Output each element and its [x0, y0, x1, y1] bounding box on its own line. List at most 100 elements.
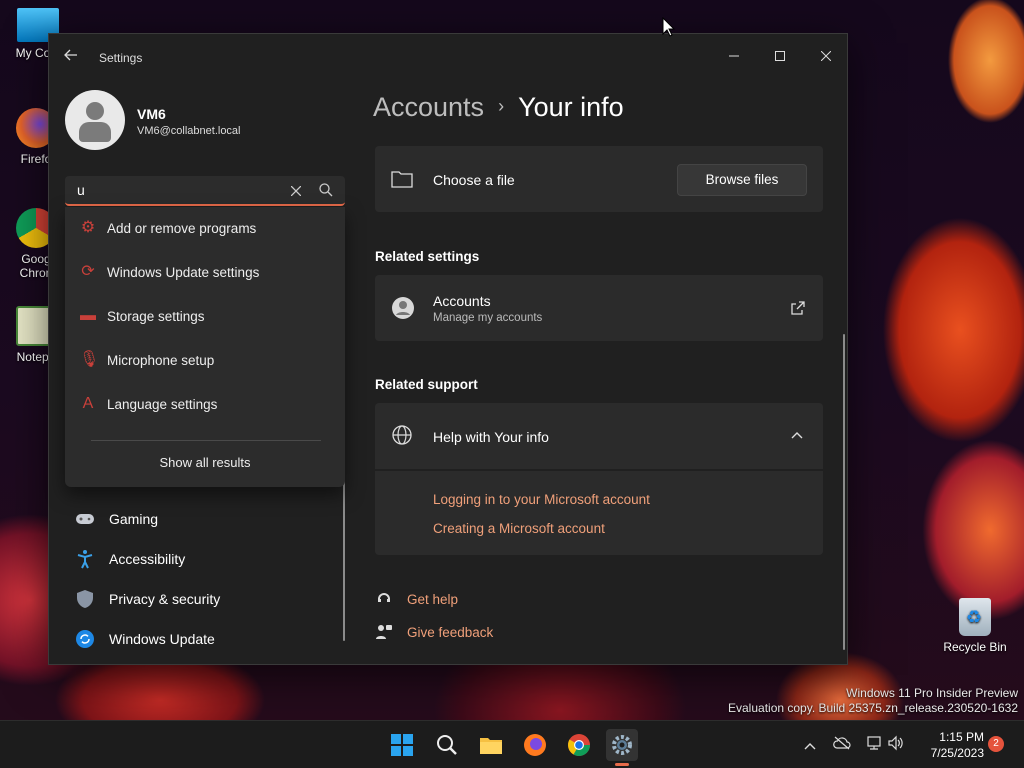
nav-label: Privacy & security	[109, 591, 221, 607]
avatar-body	[79, 122, 111, 142]
divider	[91, 440, 321, 441]
nav-item-accessibility[interactable]: Accessibility	[65, 541, 341, 577]
suggestion-windows-update[interactable]: ⟳ Windows Update settings	[65, 251, 345, 295]
windows-start-icon[interactable]	[386, 729, 418, 761]
give-feedback-link[interactable]: Give feedback	[407, 625, 493, 640]
maximize-icon	[775, 51, 785, 61]
nav-label: Windows Update	[109, 631, 215, 647]
watermark-line2: Evaluation copy. Build 25375.zn_release.…	[728, 701, 1018, 715]
choose-file-label: Choose a file	[433, 172, 515, 188]
suggestion-label: Storage settings	[107, 309, 205, 324]
firefox-icon[interactable]	[519, 729, 551, 761]
file-explorer-icon[interactable]	[475, 729, 507, 761]
suggestion-label: Add or remove programs	[107, 221, 257, 236]
taskbar: 1:15 PM 7/25/2023	[0, 720, 1024, 768]
window-title: Settings	[99, 51, 143, 65]
accessibility-icon	[77, 550, 93, 569]
update-icon	[76, 630, 94, 648]
avatar[interactable]	[65, 90, 125, 150]
gamepad-icon	[76, 514, 94, 524]
clock[interactable]: 1:15 PM 7/25/2023	[914, 729, 984, 761]
nav-item-windows-update[interactable]: Windows Update	[65, 621, 341, 657]
help-card-body: Logging in to your Microsoft account Cre…	[375, 471, 823, 555]
search-input[interactable]: u	[65, 176, 345, 206]
close-button[interactable]	[803, 40, 849, 72]
breadcrumb: Accounts › Your info	[373, 92, 624, 123]
suggestion-label: Language settings	[107, 397, 218, 412]
storage-icon: ▬	[80, 307, 96, 324]
suggestion-language[interactable]: A Language settings	[65, 383, 345, 427]
chevron-up-icon[interactable]	[791, 431, 803, 439]
search-suggestions: ⚙ Add or remove programs ⟳ Windows Updat…	[65, 207, 345, 487]
minimize-button[interactable]	[711, 40, 757, 72]
desktop-icon-recycle-bin[interactable]: ♻ Recycle Bin	[942, 598, 1008, 654]
avatar-head	[86, 102, 104, 120]
suggestion-add-remove-programs[interactable]: ⚙ Add or remove programs	[65, 207, 345, 251]
globe-icon	[392, 425, 412, 445]
clock-time: 1:15 PM	[939, 730, 984, 744]
related-settings-heading: Related settings	[375, 249, 480, 264]
nav-item-gaming[interactable]: Gaming	[65, 501, 341, 537]
help-icon	[378, 593, 390, 602]
chevron-up-icon[interactable]	[800, 735, 820, 755]
link-logging-in[interactable]: Logging in to your Microsoft account	[433, 492, 650, 507]
gear-icon	[612, 735, 632, 755]
suggestion-microphone[interactable]: 🎙 Microphone setup	[65, 339, 345, 383]
accounts-title: Accounts	[433, 293, 491, 309]
network-icon[interactable]	[864, 735, 884, 755]
language-icon: A	[82, 395, 94, 412]
suggestion-label: Microphone setup	[107, 353, 215, 368]
folder-icon	[391, 171, 413, 188]
breadcrumb-parent[interactable]: Accounts	[373, 92, 484, 122]
accounts-subtitle: Manage my accounts	[433, 312, 543, 324]
accounts-card[interactable]: Accounts Manage my accounts	[375, 275, 823, 341]
maximize-button[interactable]	[757, 40, 803, 72]
shield-icon	[77, 590, 93, 608]
gear-icon: ⚙	[80, 219, 96, 236]
title-bar: Settings	[49, 34, 847, 82]
suggestion-storage[interactable]: ▬ Storage settings	[65, 295, 345, 339]
user-name: VM6	[137, 106, 166, 122]
back-button[interactable]	[61, 48, 81, 68]
related-support-heading: Related support	[375, 377, 478, 392]
nav-item-privacy[interactable]: Privacy & security	[65, 581, 341, 617]
watermark-line1: Windows 11 Pro Insider Preview	[846, 686, 1018, 700]
minimize-icon	[729, 55, 739, 57]
chevron-right-icon: ›	[498, 96, 505, 116]
clock-date: 7/25/2023	[930, 746, 984, 760]
choose-file-card: Choose a file Browse files	[375, 146, 823, 212]
active-app-indicator	[615, 763, 629, 766]
cloud-offline-icon[interactable]	[832, 735, 852, 755]
page-title: Your info	[518, 92, 624, 122]
volume-icon[interactable]	[886, 735, 906, 755]
notification-badge[interactable]: 2	[988, 736, 1004, 752]
mouse-cursor-icon	[662, 17, 676, 37]
nav-label: Gaming	[109, 511, 159, 527]
user-email: VM6@collabnet.local	[137, 125, 241, 137]
close-icon	[290, 185, 302, 197]
nav-label: Accessibility	[109, 551, 186, 567]
search-icon[interactable]	[317, 181, 335, 199]
microphone-icon: 🎙	[79, 351, 100, 368]
help-title: Help with Your info	[433, 429, 549, 445]
desktop-icon-label: Recycle Bin	[943, 640, 1007, 654]
link-creating-account[interactable]: Creating a Microsoft account	[433, 521, 605, 536]
feedback-icon	[376, 625, 392, 639]
search-icon[interactable]	[431, 729, 463, 761]
clear-search-button[interactable]	[290, 180, 302, 201]
recycle-bin-icon: ♻	[959, 598, 991, 636]
get-help-link[interactable]: Get help	[407, 592, 458, 607]
help-card-header[interactable]: Help with Your info	[375, 403, 823, 469]
accounts-icon	[392, 297, 414, 319]
arrow-left-icon	[64, 49, 77, 61]
chrome-icon[interactable]	[563, 729, 595, 761]
sync-icon: ⟳	[81, 263, 95, 280]
show-all-results-button[interactable]: Show all results	[65, 455, 345, 470]
close-icon	[820, 50, 832, 62]
search-value: u	[77, 182, 85, 198]
content-scrollbar[interactable]	[843, 334, 845, 650]
browse-files-button[interactable]: Browse files	[677, 164, 807, 196]
external-link-icon	[791, 301, 805, 315]
settings-taskbar-button[interactable]	[606, 729, 638, 761]
suggestion-label: Windows Update settings	[107, 265, 260, 280]
